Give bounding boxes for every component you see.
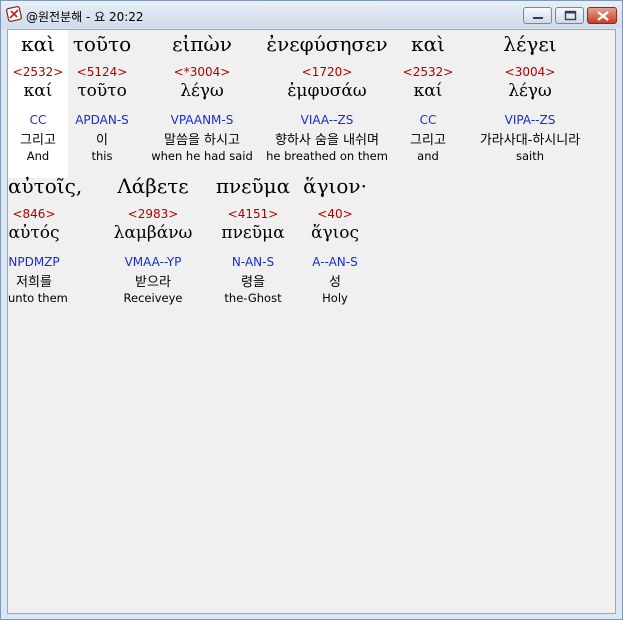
word-lemma: καί	[23, 81, 53, 101]
word-korean: 받으라	[135, 275, 171, 290]
word-morph: N-AN-S	[231, 255, 275, 269]
word-column[interactable]: ἅγιον· <40> ἅγιος A--AN-S 성 Holy	[300, 172, 370, 314]
minimize-icon	[533, 17, 543, 19]
word-greek: ἅγιον·	[303, 174, 367, 198]
close-button[interactable]	[587, 7, 617, 24]
word-greek: καὶ	[411, 32, 445, 56]
word-column[interactable]: καὶ <2532> καί CC 그리고 And	[8, 30, 68, 178]
word-lemma: λέγω	[508, 81, 552, 101]
word-korean: 성	[329, 275, 341, 290]
word-strong: <1720>	[301, 65, 353, 79]
word-column[interactable]: πνεῦμα <4151> πνεῦμα N-AN-S 령을 the-Ghost	[208, 172, 298, 314]
word-column[interactable]: λέγει <3004> λέγω VIPA--ZS 가라사대-하시니라 saith	[460, 30, 600, 172]
word-column[interactable]: Λάβετε <2983> λαμβάνω VMAA--YP 받으라 Receiveye	[98, 172, 208, 314]
word-korean: 가라사대-하시니라	[479, 133, 581, 148]
word-morph: NPDMZP	[8, 255, 60, 269]
word-column[interactable]: καὶ <2532> καί CC 그리고 and	[400, 30, 456, 172]
word-korean: 말씀을 하시고	[164, 133, 240, 148]
word-morph: CC	[419, 113, 437, 127]
word-greek: Λάβετε	[117, 174, 189, 198]
word-strong: <*3004>	[173, 65, 231, 79]
word-english: saith	[515, 149, 545, 163]
close-icon	[597, 11, 609, 21]
word-lemma: ἅγιος	[310, 223, 360, 243]
word-morph: APDAN-S	[75, 113, 129, 127]
word-strong: <2532>	[12, 65, 64, 79]
word-lemma: λαμβάνω	[113, 223, 193, 243]
word-korean: 향하사 숨을 내쉬며	[275, 133, 379, 148]
word-lemma: καί	[413, 81, 443, 101]
word-lemma: ἐμφυσάω	[287, 81, 367, 101]
word-greek: πνεῦμα	[215, 174, 291, 198]
word-strong: <2532>	[402, 65, 454, 79]
word-english: he breathed on them	[266, 149, 388, 163]
word-english: unto them	[8, 291, 68, 305]
title-bar[interactable]: @원전분해 - 요 20:22	[1, 1, 622, 28]
app-window: @원전분해 - 요 20:22 καὶ <2532> καί CC 그리고 And τοῦτ…	[0, 0, 623, 620]
maximize-icon	[564, 10, 577, 21]
word-korean: 령을	[241, 275, 265, 290]
word-greek: καὶ	[21, 32, 55, 56]
verse-analysis-panel[interactable]: καὶ <2532> καί CC 그리고 And τοῦτο <5124> τοῦτο APDA…	[7, 29, 616, 614]
word-column[interactable]: ἐνεφύσησεν <1720> ἐμφυσάω VIAA--ZS 향하사 숨을 내쉬…	[262, 30, 392, 172]
word-greek: αὐτοῖς,	[8, 174, 83, 198]
word-strong: <40>	[317, 207, 353, 221]
book-cross-icon	[6, 6, 22, 22]
word-greek: τοῦτο	[72, 32, 132, 56]
word-strong: <5124>	[76, 65, 128, 79]
word-strong: <846>	[12, 207, 56, 221]
word-english: Holy	[322, 291, 348, 305]
word-korean: 그리고	[20, 133, 56, 148]
word-morph: VMAA--YP	[124, 255, 182, 269]
word-column[interactable]: αὐτοῖς, <846> αὐτός NPDMZP 저희를 unto them	[8, 172, 83, 314]
word-lemma: τοῦτο	[77, 81, 127, 101]
word-greek: εἰπὼν	[172, 32, 232, 56]
word-greek: ἐνεφύσησεν	[266, 32, 388, 56]
word-greek: λέγει	[503, 32, 557, 56]
word-english: Receiveye	[123, 291, 183, 305]
word-korean: 그리고	[410, 133, 446, 148]
word-english: when he had said	[151, 149, 253, 163]
word-morph: VPAANM-S	[170, 113, 234, 127]
word-english: the-Ghost	[224, 291, 282, 305]
word-korean: 이	[96, 133, 108, 148]
window-title: @원전분해 - 요 20:22	[26, 10, 144, 24]
word-english: and	[417, 149, 439, 163]
word-lemma: αὐτός	[8, 223, 60, 243]
word-morph: A--AN-S	[312, 255, 358, 269]
word-morph: VIAA--ZS	[300, 113, 354, 127]
word-korean: 저희를	[16, 275, 52, 290]
word-lemma: λέγω	[180, 81, 224, 101]
word-morph: CC	[29, 113, 47, 127]
word-column[interactable]: εἰπὼν <*3004> λέγω VPAANM-S 말씀을 하시고 when he h…	[146, 30, 258, 172]
word-lemma: πνεῦμα	[221, 223, 285, 243]
word-morph: VIPA--ZS	[504, 113, 556, 127]
word-strong: <4151>	[227, 207, 279, 221]
minimize-button[interactable]	[523, 7, 552, 24]
word-strong: <3004>	[504, 65, 556, 79]
maximize-button[interactable]	[555, 7, 584, 24]
word-english: And	[26, 149, 50, 163]
word-column[interactable]: τοῦτο <5124> τοῦτο APDAN-S 이 this	[68, 30, 136, 172]
word-strong: <2983>	[127, 207, 179, 221]
word-english: this	[91, 149, 113, 163]
